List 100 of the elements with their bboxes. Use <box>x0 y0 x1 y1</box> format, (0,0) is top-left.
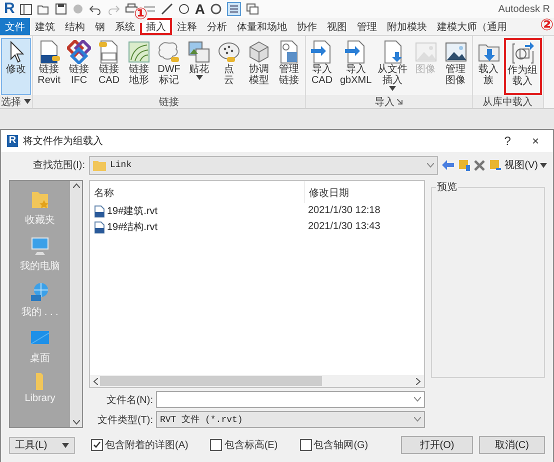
group-label: 导入 <box>374 96 394 108</box>
preview-label: 预览 <box>436 181 458 194</box>
file-type-dropdown[interactable]: RVT 文件 (*.rvt) <box>156 411 425 428</box>
caret-icon <box>389 86 396 91</box>
ribbon-tab[interactable]: 体量和场地 <box>232 18 292 35</box>
caret-icon <box>196 75 202 80</box>
panel-icon[interactable] <box>20 4 32 14</box>
chevron-down-icon <box>414 417 421 422</box>
ribbon-button[interactable]: 链接 CAD <box>94 38 124 95</box>
checkbox-label: 包含附着的详图(A) <box>105 438 188 452</box>
column-header[interactable]: 修改日期 <box>304 181 424 203</box>
caret-icon <box>540 162 547 168</box>
checkbox[interactable] <box>300 439 312 451</box>
dimension-icon[interactable] <box>160 3 173 15</box>
dialog-logo: R <box>7 135 18 147</box>
ribbon-tab[interactable]: 钢 <box>90 18 110 35</box>
look-in-label: 查找范围(I): <box>32 158 85 172</box>
file-item[interactable]: 19#结构.rvt <box>90 219 162 235</box>
tools-button[interactable]: 工具(L) <box>9 436 75 454</box>
thin-lines-icon[interactable] <box>226 2 241 16</box>
close-button[interactable]: × <box>524 134 547 148</box>
ribbon-tab[interactable]: 结构 <box>60 18 90 35</box>
look-in-dropdown[interactable]: Link <box>89 156 438 174</box>
picture-icon <box>444 40 468 64</box>
chevron-down-icon <box>426 162 434 168</box>
ribbon-button[interactable]: 链接 Revit <box>34 38 64 95</box>
cube-icon <box>247 40 271 64</box>
cancel-button[interactable]: 取消(C) <box>479 436 545 454</box>
caret-icon <box>62 442 69 448</box>
file-name-label: 文件名(N): <box>105 394 153 406</box>
scroll-up-icon[interactable] <box>72 183 80 188</box>
folder-up-icon[interactable] <box>458 159 470 171</box>
checkbox[interactable] <box>91 439 103 451</box>
scroll-left-icon[interactable] <box>93 378 98 384</box>
app-logo[interactable]: R <box>4 1 15 17</box>
computer-icon <box>29 235 51 257</box>
file-name-field[interactable] <box>156 391 425 408</box>
ribbon-tab[interactable]: 管理 <box>352 18 382 35</box>
ribbon-tab[interactable]: 协作 <box>292 18 322 35</box>
ribbon-tab[interactable]: 插入 <box>140 18 172 35</box>
ribbon-button[interactable]: 导入 gbXML <box>337 38 375 95</box>
group-label: 链接 <box>159 96 179 108</box>
views-menu[interactable]: 视图(V) <box>504 158 547 172</box>
file-icon <box>94 204 105 218</box>
app-title: Autodesk R <box>498 4 550 14</box>
group-label: 选择 <box>1 96 21 108</box>
ribbon-tab[interactable]: 建模大师（通用 <box>432 18 512 35</box>
file-type-label: 文件类型(T): <box>96 414 153 426</box>
open-button[interactable]: 打开(O) <box>401 436 473 454</box>
folder-open-icon[interactable] <box>36 4 50 14</box>
checkbox[interactable] <box>210 439 222 451</box>
ribbon-button[interactable]: 链接 IFC <box>64 38 94 95</box>
scroll-right-icon[interactable] <box>416 378 421 384</box>
ribbon-button[interactable]: 导入 CAD <box>307 38 337 95</box>
ribbon-button[interactable]: 管理 链接 <box>274 38 304 95</box>
markup-icon <box>157 40 181 64</box>
ribbon-button[interactable]: 管理 图像 <box>440 38 471 95</box>
caret-icon <box>24 99 31 104</box>
knot-icon <box>67 40 91 64</box>
date-cell-text: 2021/1/30 12:18 <box>307 204 382 218</box>
ribbon-button[interactable]: 贴花 <box>184 38 214 95</box>
delete-icon[interactable] <box>474 160 485 170</box>
ribbon-tab[interactable]: 注释 <box>172 18 202 35</box>
column-header[interactable]: 名称 <box>90 181 304 203</box>
ribbon-tab[interactable]: 视图 <box>322 18 352 35</box>
ribbon-button[interactable]: 修改 <box>1 38 31 95</box>
checkbox-label: 包含标高(E) <box>224 438 278 452</box>
picture-icon <box>187 40 211 64</box>
ribbon-button[interactable]: 协调 模型 <box>244 38 274 95</box>
scrollbar-thumb[interactable] <box>100 376 322 386</box>
dialog-title: 将文件作为组载入 <box>23 134 103 148</box>
new-folder-icon[interactable] <box>488 159 501 171</box>
ribbon-button[interactable]: 作为组 载入 <box>504 38 542 95</box>
windows-icon[interactable] <box>246 3 259 15</box>
launcher-icon[interactable] <box>397 98 404 104</box>
ribbon-tab[interactable]: 附加模块 <box>382 18 432 35</box>
ribbon-button[interactable]: DWF 标记 <box>154 38 184 95</box>
globe-icon <box>28 281 51 303</box>
cloud-icon <box>217 40 241 64</box>
ribbon-button[interactable]: 链接 地形 <box>124 38 154 95</box>
scroll-down-icon[interactable] <box>72 420 80 425</box>
file-menu-tab[interactable]: 文件 <box>0 18 30 35</box>
ribbon-tab[interactable]: 建筑 <box>30 18 60 35</box>
ribbon-button[interactable]: 点 云 <box>214 38 244 95</box>
contour-map-icon <box>127 40 151 64</box>
undo-icon[interactable] <box>88 4 102 14</box>
picture-icon <box>414 40 438 64</box>
help-button[interactable]: ? <box>496 134 519 148</box>
back-icon[interactable] <box>442 160 454 170</box>
chevron-down-icon <box>414 397 421 402</box>
text-tool-button[interactable]: A <box>194 1 205 17</box>
ribbon-tab[interactable]: 分析 <box>202 18 232 35</box>
file-icon <box>94 220 105 234</box>
ribbon-button[interactable]: 载入 族 <box>474 38 504 95</box>
group-icon <box>510 41 535 65</box>
checkbox-label: 包含轴网(G) <box>314 438 368 452</box>
ribbon-button[interactable]: 从文件 插入 <box>374 38 411 95</box>
file-item[interactable]: 19#建筑.rvt <box>90 203 162 219</box>
date-cell-text: 2021/1/30 13:43 <box>307 220 382 234</box>
save-icon[interactable] <box>54 3 67 15</box>
